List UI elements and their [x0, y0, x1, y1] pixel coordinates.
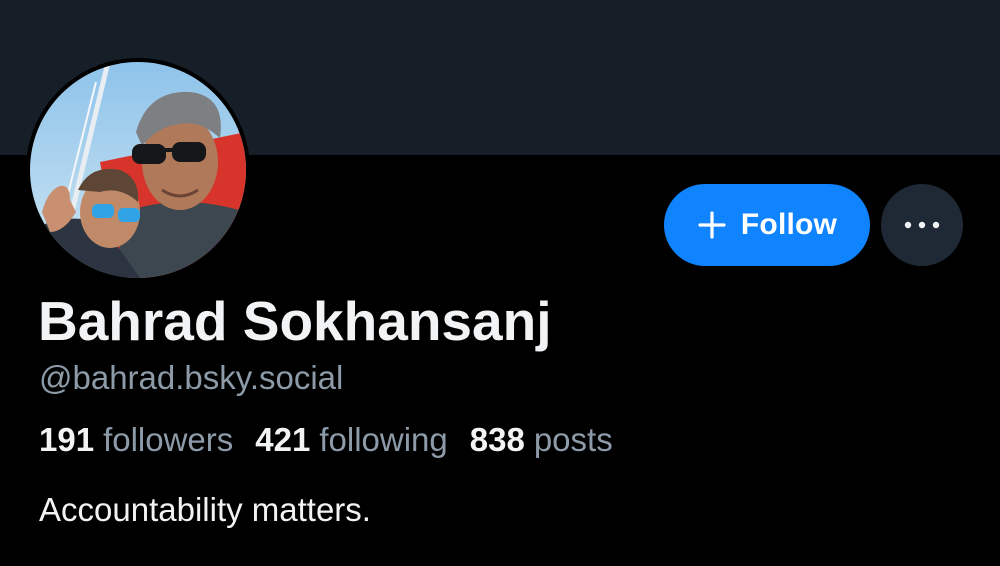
posts-stat: 838 posts: [470, 420, 613, 460]
followers-label: followers: [103, 421, 234, 458]
profile-stats: 191 followers 421 following 838 posts: [39, 420, 635, 460]
following-stat[interactable]: 421 following: [255, 420, 447, 460]
posts-label: posts: [533, 421, 613, 458]
plus-icon: [698, 211, 726, 239]
follow-button[interactable]: Follow: [664, 184, 870, 266]
more-options-button[interactable]: [881, 184, 963, 266]
profile-handle: @bahrad.bsky.social: [39, 359, 344, 396]
posts-count: 838: [469, 421, 525, 458]
avatar[interactable]: [26, 58, 250, 282]
followers-stat[interactable]: 191 followers: [39, 420, 233, 460]
display-name: Bahrad Sokhansanj: [38, 290, 552, 352]
following-label: following: [319, 421, 448, 458]
following-count: 421: [255, 421, 311, 458]
profile-bio: Accountability matters.: [39, 491, 371, 528]
followers-count: 191: [39, 421, 95, 458]
ellipsis-icon: [904, 221, 940, 229]
avatar-photo: [30, 62, 246, 278]
follow-button-label: Follow: [740, 208, 838, 241]
